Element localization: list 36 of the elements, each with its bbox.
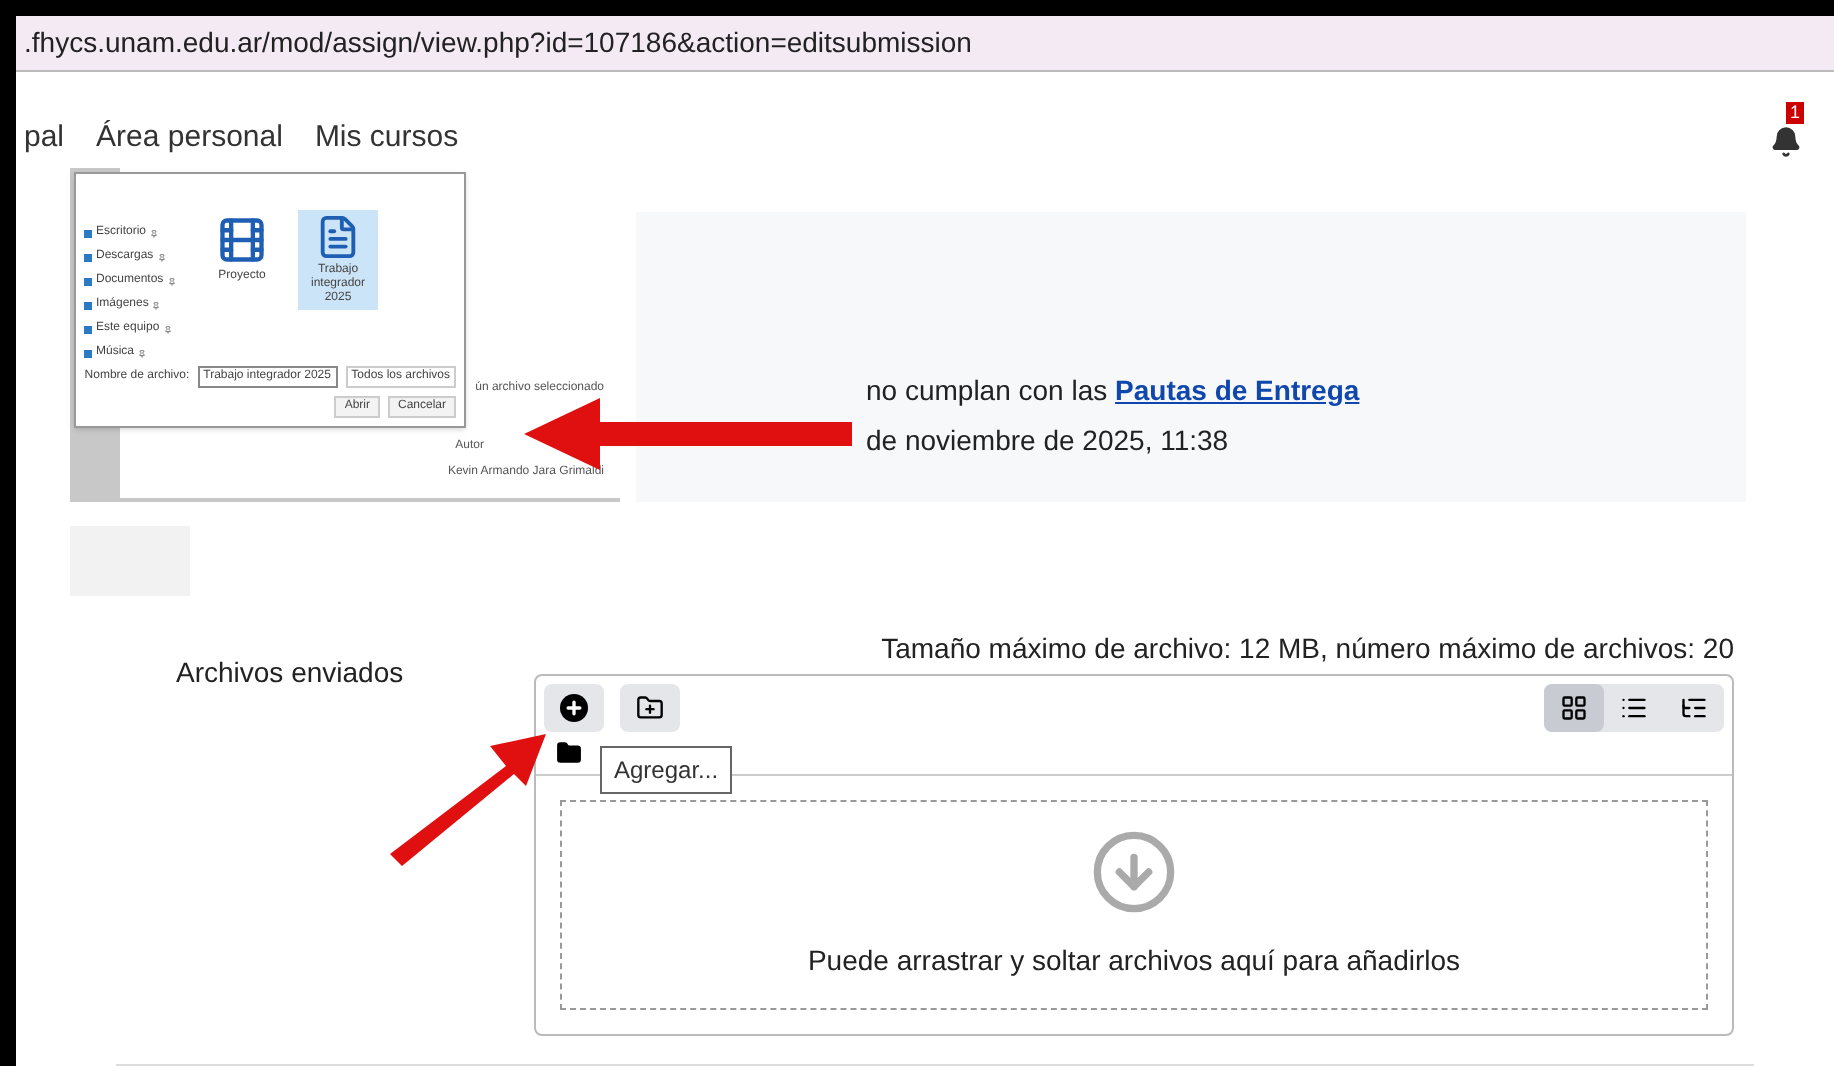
drop-zone[interactable]: Puede arrastrar y soltar archivos aquí para añadirlos <box>560 800 1708 1010</box>
notification-count: 1 <box>1786 101 1805 124</box>
nav-link[interactable]: pal <box>24 115 65 161</box>
list-view-icon <box>1620 694 1648 722</box>
tooltip: Agregar... <box>600 746 733 794</box>
nav-link[interactable]: Mis cursos <box>314 115 459 161</box>
download-icon <box>1090 828 1178 916</box>
file-limits: Tamaño máximo de archivo: 12 MB, número máximo de archivos: 20 <box>881 630 1734 668</box>
add-file-button[interactable] <box>544 684 604 732</box>
notice-text: no cumplan con las Pautas de Entrega <box>866 371 1362 410</box>
add-icon <box>560 694 588 722</box>
folder-icon <box>84 229 92 237</box>
folder-plus-icon <box>636 694 664 722</box>
due-date: de noviembre de 2025, 11:38 <box>866 421 1231 460</box>
pin-icon <box>163 325 172 333</box>
grid-view-icon <box>1560 694 1588 722</box>
pin-icon <box>150 229 159 237</box>
create-folder-button[interactable] <box>620 684 680 732</box>
tree-view-icon <box>1680 694 1708 722</box>
folder-icon <box>84 349 92 357</box>
pin-icon <box>167 277 176 285</box>
view-toggle[interactable] <box>1544 684 1604 732</box>
folder-icon <box>84 277 92 285</box>
pin-icon <box>138 349 147 357</box>
folder-icon <box>84 301 92 309</box>
field-label: Archivos enviados <box>176 654 404 692</box>
drop-zone-text: Puede arrastrar y soltar archivos aquí para añadirlos <box>807 942 1461 980</box>
pin-icon <box>157 253 166 261</box>
pin-icon <box>152 301 161 309</box>
bell-icon[interactable] <box>1770 125 1802 158</box>
nav-link[interactable]: Área personal <box>96 115 283 161</box>
folder-icon <box>84 253 92 261</box>
video-file-icon <box>216 214 268 266</box>
address-bar[interactable]: .fhycs.unam.edu.ar/mod/assign/view.php?id=107186&action=editsubmission <box>16 16 1834 72</box>
folder-icon <box>556 740 582 766</box>
folder-icon <box>84 325 92 333</box>
